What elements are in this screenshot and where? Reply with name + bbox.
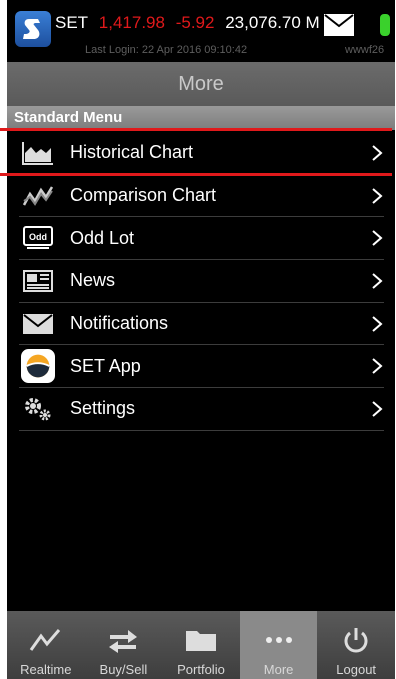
news-icon: [21, 266, 55, 296]
menu-item-label: Comparison Chart: [70, 185, 217, 206]
app-screen: SET 1,417.98 -5.92 23,076.70 M Last Logi…: [7, 0, 395, 679]
menu-item-news[interactable]: News: [19, 260, 384, 303]
tab-portfolio[interactable]: Portfolio: [162, 611, 240, 679]
page-title: More: [7, 62, 395, 106]
menu-item-label: Notifications: [70, 313, 169, 334]
bottom-tab-bar: Realtime Buy/Sell Portfolio More Logout: [7, 611, 395, 679]
highlight-line-top: [0, 128, 392, 131]
mail-icon[interactable]: [324, 14, 354, 36]
battery-icon: [380, 14, 390, 36]
tab-more[interactable]: More: [239, 611, 318, 679]
folder-icon: [181, 625, 221, 655]
comparison-chart-icon: [21, 181, 55, 211]
section-header: Standard Menu: [7, 106, 395, 130]
line-chart-icon: [26, 625, 66, 655]
set-app-icon: [21, 349, 55, 384]
tab-logout[interactable]: Logout: [317, 611, 395, 679]
tab-label: More: [263, 662, 294, 677]
odd-lot-icon: Odd: [21, 223, 55, 253]
tab-buy-sell[interactable]: Buy/Sell: [85, 611, 163, 679]
menu-item-label: Settings: [70, 398, 136, 419]
mail-icon: [21, 309, 55, 339]
ticker-bar: SET 1,417.98 -5.92 23,076.70 M Last Logi…: [7, 0, 395, 62]
chevron-right-icon: [372, 187, 383, 204]
menu-item-label: Historical Chart: [70, 142, 194, 163]
menu-item-odd-lot[interactable]: Odd Odd Lot: [19, 217, 384, 261]
menu-list: Historical Chart Comparison Chart Odd Od…: [7, 132, 395, 431]
tab-realtime[interactable]: Realtime: [7, 611, 85, 679]
menu-item-label: News: [70, 270, 116, 291]
menu-item-set-app[interactable]: SET App: [19, 345, 384, 389]
menu-item-label: Odd Lot: [70, 227, 135, 248]
index-value: 1,417.98: [98, 13, 165, 32]
user-id: wwwf26: [345, 44, 385, 56]
tab-label: Buy/Sell: [99, 662, 148, 677]
index-change: -5.92: [175, 13, 215, 32]
chevron-right-icon: [372, 273, 383, 289]
menu-item-notifications[interactable]: Notifications: [19, 303, 384, 346]
tab-label: Portfolio: [177, 662, 225, 677]
last-login: Last Login: 22 Apr 2016 09:10:42: [85, 44, 248, 56]
app-logo: [15, 11, 51, 47]
gears-icon: [21, 394, 55, 424]
highlight-line-bottom: [0, 173, 392, 176]
menu-item-settings[interactable]: Settings: [19, 388, 384, 431]
odd-icon-text: Odd: [29, 232, 47, 242]
chevron-right-icon: [372, 145, 383, 161]
tab-label: Realtime: [20, 662, 72, 677]
tab-label: Logout: [336, 662, 377, 677]
chevron-right-icon: [372, 230, 383, 246]
more-dots-icon: [259, 625, 299, 655]
index-name: SET: [55, 13, 89, 32]
area-chart-icon: [21, 138, 55, 168]
chevron-right-icon: [372, 358, 383, 375]
menu-item-label: SET App: [70, 355, 141, 376]
power-icon: [336, 625, 376, 655]
value-traded: 23,076.70 M: [225, 13, 320, 32]
arrows-icon: [103, 625, 143, 655]
chevron-right-icon: [372, 401, 383, 417]
menu-item-historical-chart[interactable]: Historical Chart: [19, 132, 384, 175]
menu-item-comparison-chart[interactable]: Comparison Chart: [19, 175, 384, 218]
chevron-right-icon: [372, 315, 383, 332]
